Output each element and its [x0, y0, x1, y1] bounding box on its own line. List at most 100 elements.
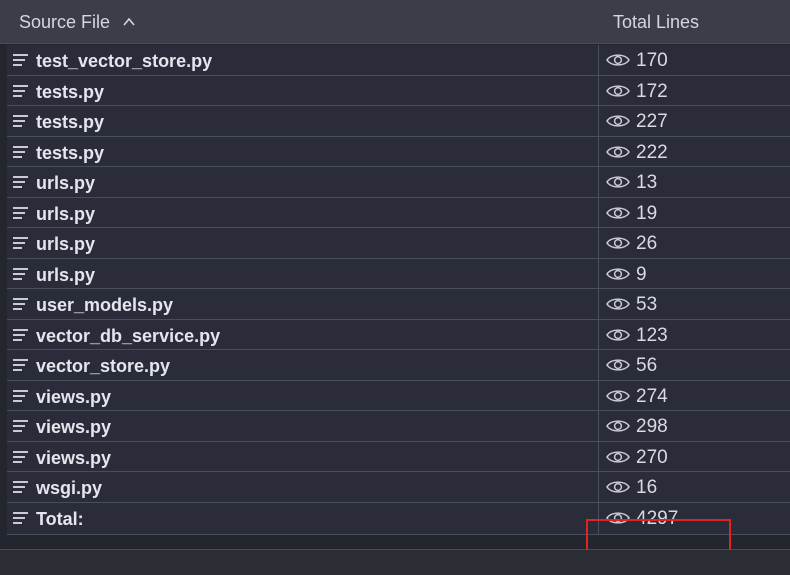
line-count: 13 [636, 172, 658, 193]
total-highlight-box [586, 519, 731, 554]
eye-icon [606, 206, 630, 219]
line-count: 298 [636, 416, 668, 437]
column-divider [598, 75, 599, 105]
column-divider [598, 380, 599, 410]
table-row[interactable]: urls.py 19 [7, 197, 790, 228]
line-count: 227 [636, 111, 668, 132]
line-count: 56 [636, 355, 658, 376]
list-lines-icon [13, 145, 28, 158]
file-name: tests.py [36, 142, 105, 163]
line-count: 170 [636, 50, 668, 71]
file-name: tests.py [36, 81, 105, 102]
column-divider [598, 167, 599, 197]
file-name: tests.py [36, 112, 105, 132]
list-lines-icon [13, 481, 28, 493]
file-name: user_models.py [36, 295, 174, 315]
eye-icon [606, 481, 630, 493]
list-lines-icon [13, 54, 28, 66]
list-lines-icon [13, 511, 28, 524]
table-row[interactable]: views.py 274 [7, 380, 790, 411]
eye-icon [606, 176, 630, 188]
list-lines-icon [13, 115, 28, 127]
list-lines-icon [13, 237, 28, 249]
line-count: 222 [636, 141, 668, 163]
eye-icon [606, 145, 630, 158]
list-lines-icon [13, 389, 28, 402]
file-name: urls.py [36, 234, 96, 254]
line-count: 270 [636, 446, 668, 468]
table-row[interactable]: urls.py 26 [7, 228, 790, 259]
table-row[interactable]: test_vector_store.py 170 [7, 45, 790, 76]
eye-icon [606, 54, 630, 66]
file-name: views.py [36, 447, 112, 468]
line-count: 172 [636, 80, 668, 102]
eye-icon [606, 115, 630, 127]
line-count: 16 [636, 477, 658, 498]
list-lines-icon [13, 298, 28, 310]
total-label: Total: [36, 508, 84, 529]
source-file-column-header[interactable]: Source File [19, 12, 110, 33]
column-divider [598, 472, 599, 502]
table-row[interactable]: wsgi.py 16 [7, 472, 790, 503]
table-row[interactable]: urls.py 13 [7, 167, 790, 198]
file-name: test_vector_store.py [36, 51, 213, 71]
source-file-table: Source File Total Lines test_vector_stor… [0, 0, 790, 554]
list-lines-icon [13, 176, 28, 188]
column-divider [598, 350, 599, 380]
table-row[interactable]: views.py 298 [7, 411, 790, 442]
list-lines-icon [13, 359, 28, 371]
eye-icon [606, 359, 630, 371]
list-lines-icon [13, 267, 28, 280]
table-row[interactable]: user_models.py 53 [7, 289, 790, 320]
file-name: urls.py [36, 264, 96, 285]
chevron-up-icon[interactable] [122, 15, 136, 29]
eye-icon [606, 450, 630, 463]
list-lines-icon [13, 450, 28, 463]
column-divider [598, 319, 599, 349]
line-count: 53 [636, 294, 658, 315]
column-divider [598, 411, 599, 441]
file-name: urls.py [36, 173, 96, 193]
table-body: test_vector_store.py 170 tests.py 172 te… [7, 45, 790, 535]
column-divider [598, 136, 599, 166]
eye-icon [606, 328, 630, 341]
file-name: views.py [36, 417, 112, 437]
column-divider [598, 258, 599, 288]
line-count: 26 [636, 233, 658, 254]
column-divider [598, 228, 599, 258]
eye-icon [606, 267, 630, 280]
eye-icon [606, 420, 630, 432]
table-left-gutter [0, 44, 7, 549]
column-divider [598, 106, 599, 136]
eye-icon [606, 298, 630, 310]
file-name: wsgi.py [36, 478, 103, 498]
table-row[interactable]: tests.py 222 [7, 136, 790, 167]
list-lines-icon [13, 420, 28, 432]
footer-strip [0, 550, 790, 575]
table-row[interactable]: vector_store.py 56 [7, 350, 790, 381]
line-count: 19 [636, 202, 658, 224]
table-header: Source File Total Lines [0, 0, 790, 44]
list-lines-icon [13, 84, 28, 97]
eye-icon [606, 237, 630, 249]
file-name: views.py [36, 386, 112, 407]
line-count: 9 [636, 263, 647, 285]
eye-icon [606, 84, 630, 97]
line-count: 274 [636, 385, 668, 407]
eye-icon [606, 389, 630, 402]
line-count: 123 [636, 324, 668, 346]
column-divider [598, 289, 599, 319]
total-lines-column-header[interactable]: Total Lines [613, 12, 699, 33]
file-name: vector_store.py [36, 356, 171, 376]
column-divider [598, 197, 599, 227]
table-row[interactable]: tests.py 227 [7, 106, 790, 137]
list-lines-icon [13, 328, 28, 341]
table-row[interactable]: views.py 270 [7, 441, 790, 472]
table-row[interactable]: tests.py 172 [7, 75, 790, 106]
file-name: vector_db_service.py [36, 325, 221, 346]
file-name: urls.py [36, 203, 96, 224]
table-row[interactable]: vector_db_service.py 123 [7, 319, 790, 350]
table-row[interactable]: urls.py 9 [7, 258, 790, 289]
column-divider [598, 441, 599, 471]
column-divider [598, 45, 599, 75]
